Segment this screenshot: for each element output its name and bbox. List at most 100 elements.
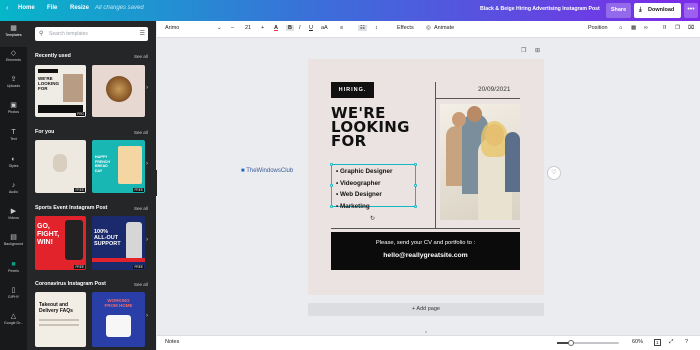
see-all-for-you[interactable]: See all — [134, 130, 148, 135]
chevron-right-icon[interactable]: › — [146, 161, 148, 167]
share-button[interactable]: Share — [606, 3, 631, 18]
font-size-increase[interactable]: + — [261, 25, 264, 31]
text-color-icon[interactable]: A — [274, 25, 278, 31]
contact-box[interactable]: Please, send your CV and portfolio to : … — [331, 232, 520, 270]
add-page-button[interactable]: + Add page — [308, 303, 544, 316]
rail-item-videos[interactable]: ▶ Videos — [0, 207, 27, 220]
divider — [331, 228, 520, 229]
resize-handle[interactable] — [414, 163, 417, 166]
filter-icon[interactable]: ☰ — [140, 27, 145, 41]
transparency-icon[interactable]: ▩ — [631, 25, 636, 31]
resize-handle[interactable] — [330, 163, 333, 166]
zoom-level[interactable]: 60% — [632, 339, 643, 345]
save-status: All changes saved — [95, 5, 144, 11]
template-thumb-go-fight-win[interactable]: GO, FIGHT, WIN! FREE — [35, 216, 86, 270]
date-text[interactable]: 20/09/2021 — [478, 86, 511, 93]
section-title-for-you: For you — [35, 129, 55, 135]
file-menu[interactable]: File — [47, 5, 57, 11]
template-thumb-all-out-support[interactable]: 100% ALL-OUT SUPPORT FREE — [92, 216, 145, 270]
link-icon[interactable]: ∞ — [644, 25, 648, 31]
more-button[interactable]: ••• — [684, 3, 698, 18]
font-family-select[interactable]: Arimo — [165, 25, 179, 31]
chevron-down-icon[interactable]: ⌄ — [217, 25, 222, 31]
help-icon[interactable]: ? — [685, 339, 688, 345]
text-case-icon[interactable]: aA — [321, 25, 328, 31]
rail-item-photos[interactable]: ▣ Photos — [0, 101, 27, 114]
thumb-text: WE'RE LOOKING FOR — [38, 76, 59, 91]
template-thumb-bread[interactable]: HAPPY FRENCH BREAD DAY FREE — [92, 140, 145, 193]
zoom-slider-knob[interactable] — [567, 340, 574, 346]
list-item: • Web Designer — [336, 191, 382, 198]
chevron-right-icon[interactable]: › — [146, 237, 148, 243]
add-page-icon[interactable]: ⊞ — [535, 47, 540, 54]
chevron-left-icon[interactable]: ‹ — [6, 5, 8, 12]
hiring-tag[interactable]: HIRING. — [331, 82, 374, 98]
resize-handle[interactable] — [330, 184, 333, 187]
rail-item-styles[interactable]: ◐ Styles — [0, 155, 27, 168]
duplicate-icon[interactable]: ❐ — [675, 25, 680, 31]
rail-label: Photos — [7, 110, 20, 114]
thumb-text-3: WIN! — [37, 239, 53, 246]
rotate-handle-icon[interactable]: ↻ — [370, 215, 375, 222]
selected-text-box[interactable]: • Graphic Designer • Videographer • Web … — [330, 163, 417, 210]
resize-button[interactable]: Resize — [70, 5, 89, 11]
resize-handle[interactable] — [330, 205, 333, 208]
animate-button[interactable]: Animate — [434, 25, 454, 31]
page-count[interactable]: 1 — [654, 339, 661, 346]
search-input[interactable]: ⚲ Search templates ☰ — [35, 27, 148, 41]
rail-item-background[interactable]: ▤ Background — [0, 233, 27, 246]
rail-item-elements[interactable]: ◇ Elements — [0, 49, 27, 62]
chevron-right-icon[interactable]: › — [146, 313, 148, 319]
template-thumb-wfh[interactable]: WORKING FROM HOME — [92, 292, 145, 347]
rail-item-pexels[interactable]: ■ Pexels — [0, 260, 27, 273]
bold-icon[interactable]: B — [286, 25, 294, 31]
template-thumb-takeout[interactable]: Takeout and Delivery FAQs — [35, 292, 86, 347]
italic-icon[interactable]: I — [299, 25, 301, 31]
editor-toolbar: Arimo ⌄ – 21 + A B I U aA ≡ ☷ ↕ Effects … — [157, 21, 700, 38]
home-button[interactable]: Home — [18, 5, 35, 11]
download-button[interactable]: ⤓ Download — [634, 3, 681, 18]
spacing-icon[interactable]: ↕ — [375, 25, 378, 31]
align-icon[interactable]: ≡ — [340, 25, 343, 31]
lock-icon[interactable]: ⌷ — [663, 25, 666, 32]
rail-item-giphy[interactable]: ▯ GIPHY — [0, 286, 27, 299]
rail-item-audio[interactable]: ♪ Audio — [0, 181, 27, 194]
headline[interactable]: WE'RE LOOKING FOR — [331, 106, 410, 149]
team-photo[interactable] — [440, 104, 520, 220]
position-button[interactable]: Position — [588, 25, 608, 31]
divider — [435, 82, 436, 228]
document-title[interactable]: Black & Beige Hiring Advertising Instagr… — [480, 6, 600, 12]
template-thumb-food[interactable] — [92, 65, 145, 117]
underline-icon[interactable]: U — [309, 25, 313, 31]
template-thumb-hiring[interactable]: WE'RE LOOKING FOR PRO — [35, 65, 86, 117]
design-page[interactable]: HIRING. 20/09/2021 WE'RE LOOKING FOR • G… — [308, 59, 544, 295]
trash-icon[interactable]: ⌧ — [688, 25, 694, 31]
resize-handle[interactable] — [414, 184, 417, 187]
rail-item-google-drive[interactable]: △ Google Dr... — [0, 312, 27, 325]
see-all-coronavirus[interactable]: See all — [134, 282, 148, 287]
fullscreen-icon[interactable]: ⤢ — [669, 339, 673, 346]
font-size-input[interactable]: 21 — [245, 25, 251, 31]
section-title-sports: Sports Event Instagram Post — [35, 205, 108, 211]
chevron-right-icon[interactable]: › — [146, 85, 148, 91]
list-item-text: Graphic Designer — [339, 168, 393, 175]
zoom-slider[interactable] — [557, 340, 619, 346]
list-icon[interactable]: ☷ — [358, 25, 367, 31]
copy-page-icon[interactable]: ❐ — [521, 47, 526, 54]
rail-item-uploads[interactable]: ⇪ Uploads — [0, 75, 27, 88]
rail-label: Pexels — [8, 269, 19, 273]
template-thumb-minimal[interactable]: FREE — [35, 140, 86, 193]
font-size-decrease[interactable]: – — [231, 25, 234, 31]
notes-button[interactable]: Notes — [165, 339, 179, 345]
see-all-recent[interactable]: See all — [134, 54, 148, 59]
rail-label: Google Dr... — [3, 321, 24, 325]
comment-icon[interactable]: ♡ — [547, 166, 561, 180]
list-item: • Marketing — [336, 202, 370, 210]
paint-format-icon[interactable]: ⌂ — [619, 25, 622, 31]
effects-button[interactable]: Effects — [397, 25, 414, 31]
rail-item-text[interactable]: T Text — [0, 128, 27, 141]
photos-icon: ▣ — [10, 102, 17, 109]
see-all-sports[interactable]: See all — [134, 206, 148, 211]
resize-handle[interactable] — [414, 205, 417, 208]
rail-item-templates[interactable]: ▦ Templates — [0, 21, 27, 47]
